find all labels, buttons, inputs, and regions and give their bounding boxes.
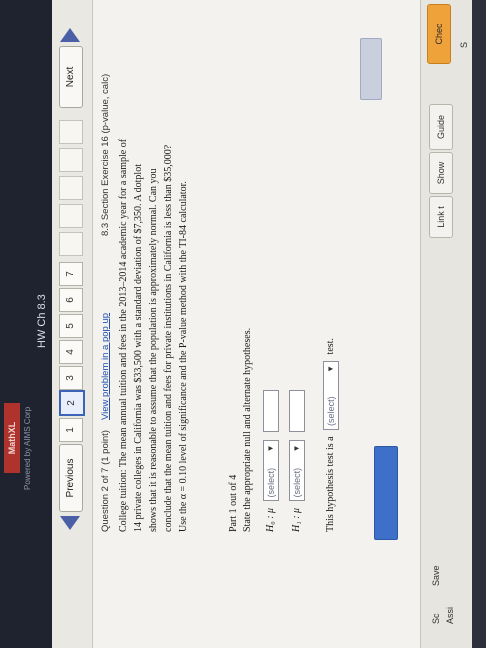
app-header: MathXL Powered by AIMS Corp HW Ch 8.3	[0, 0, 52, 648]
question-text: College tuition: The mean annual tuition…	[116, 12, 191, 532]
screen: MathXL Powered by AIMS Corp HW Ch 8.3 Pr…	[0, 0, 486, 648]
side-s-label: S	[459, 41, 469, 48]
question-number-6[interactable]: 6	[59, 288, 83, 312]
os-taskbar	[472, 0, 486, 648]
score-label: Sc	[431, 613, 441, 624]
chevron-down-icon: ▼	[325, 364, 335, 373]
part-instruction: State the appropriate null and alternate…	[242, 327, 253, 532]
save-label[interactable]: Save	[431, 565, 441, 586]
previous-arrow-icon[interactable]	[60, 516, 80, 530]
previous-button[interactable]: Previous	[59, 444, 83, 512]
part-label: Part 1 out of 4	[228, 474, 239, 532]
question-slot-empty	[59, 120, 83, 144]
question-number-3[interactable]: 3	[59, 366, 83, 390]
test-type-prefix: This hypothesis test is a	[325, 436, 336, 532]
homework-page: MathXL Powered by AIMS Corp HW Ch 8.3 Pr…	[0, 0, 486, 648]
guide-button[interactable]: Guide	[429, 104, 453, 150]
homework-title: HW Ch 8.3	[36, 294, 48, 348]
h1-value-input[interactable]	[288, 389, 305, 432]
link-button[interactable]: Link t	[429, 196, 453, 238]
question-number-7[interactable]: 7	[59, 262, 83, 286]
question-label: Question 2 of 7 (1 point)	[100, 430, 111, 532]
assignment-label: Assi	[445, 606, 455, 624]
null-hypothesis-symbol: H₀ : μ	[265, 507, 276, 532]
null-hypothesis-row: H₀ : μ (select) ▼	[262, 389, 280, 532]
question-line: 14 private colleges in California was $3…	[133, 164, 144, 532]
question-number-2[interactable]: 2	[59, 390, 85, 416]
h1-relation-select[interactable]: (select) ▼	[288, 440, 305, 502]
alt-hypothesis-symbol: H₁ : μ	[291, 507, 302, 532]
question-line: Use the α = 0.10 level of significance a…	[178, 181, 189, 532]
powered-by-text: Powered by AIMS Corp	[23, 406, 32, 490]
question-slot-empty	[59, 176, 83, 200]
select-placeholder: (select)	[291, 467, 302, 498]
question-line: College tuition: The mean annual tuition…	[118, 138, 129, 532]
select-placeholder: (select)	[325, 396, 336, 426]
h0-value-input[interactable]	[262, 389, 279, 432]
check-answer-button[interactable]	[374, 446, 398, 540]
popup-link[interactable]: View problem in a pop up	[100, 313, 111, 420]
exercise-label: 8.3 Section Exercise 16 (p-value, calc)	[100, 73, 111, 236]
question-slot-empty	[59, 232, 83, 256]
test-type-select[interactable]: (select) ▼	[322, 360, 339, 430]
question-slot-empty	[59, 204, 83, 228]
next-button[interactable]: Next	[59, 46, 83, 108]
test-type-suffix: test.	[325, 338, 336, 355]
question-slot-empty	[59, 148, 83, 172]
check-button[interactable]: Chec	[427, 4, 451, 64]
h0-relation-select[interactable]: (select) ▼	[262, 440, 279, 502]
question-nav: Previous 1 2 3 4 5 6 7 Next	[52, 0, 93, 648]
alt-hypothesis-row: H₁ : μ (select) ▼	[288, 389, 306, 532]
submit-button[interactable]	[360, 38, 382, 100]
test-type-row: This hypothesis test is a (select) ▼ test…	[322, 338, 340, 532]
question-line: shows that it is reasonable to assume th…	[148, 168, 159, 532]
question-number-4[interactable]: 4	[59, 340, 83, 364]
question-line: conclude that the mean tuition and fees …	[163, 144, 174, 532]
question-number-5[interactable]: 5	[59, 314, 83, 338]
question-number-1[interactable]: 1	[59, 418, 83, 442]
chevron-down-icon: ▼	[291, 444, 301, 453]
chevron-down-icon: ▼	[265, 444, 275, 453]
select-placeholder: (select)	[265, 467, 276, 498]
next-arrow-icon[interactable]	[60, 28, 80, 42]
app-logo: MathXL	[4, 403, 20, 473]
show-button[interactable]: Show	[429, 152, 453, 194]
